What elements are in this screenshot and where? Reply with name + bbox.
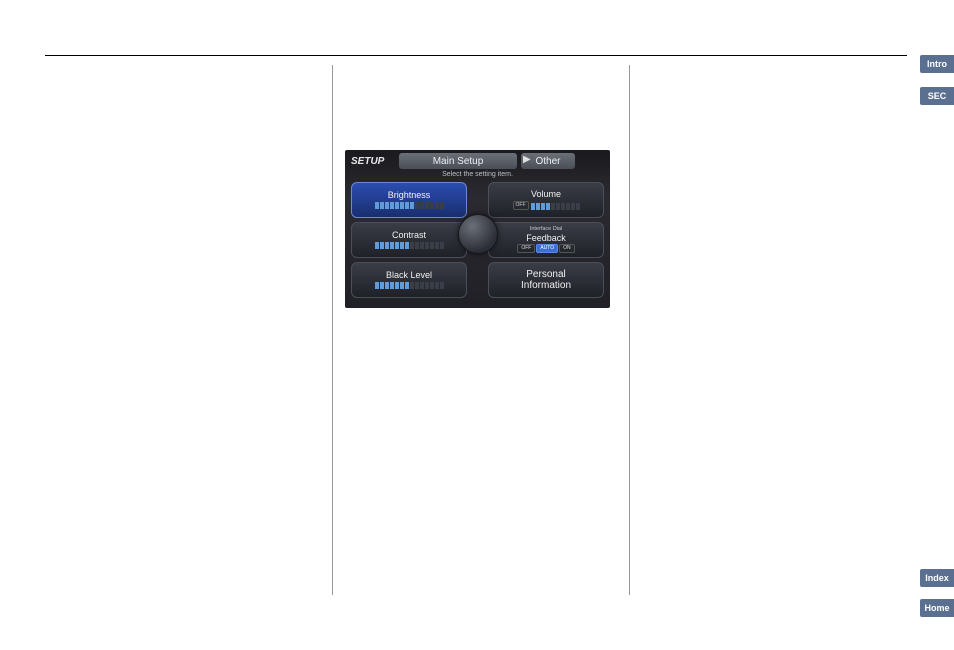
level-segment [385, 242, 389, 249]
panel-label: Contrast [392, 231, 426, 240]
level-segment [420, 242, 424, 249]
level-segment [440, 282, 444, 289]
panel-label: Brightness [388, 191, 431, 200]
level-bar [531, 203, 580, 210]
nav-home-button[interactable]: Home [920, 599, 954, 617]
level-segment [395, 282, 399, 289]
level-segment [400, 202, 404, 209]
level-segment [435, 202, 439, 209]
level-segment [541, 203, 545, 210]
panel-label: Volume [531, 190, 561, 199]
level-segment [400, 282, 404, 289]
nav-index-button[interactable]: Index [920, 569, 954, 587]
nav-intro-button[interactable]: Intro [920, 55, 954, 73]
panel-contrast[interactable]: Contrast [351, 222, 467, 258]
level-segment [536, 203, 540, 210]
level-segment [410, 202, 414, 209]
panel-volume[interactable]: Volume OFF [488, 182, 604, 218]
setup-screen: SETUP Main Setup ▶ Other Select the sett… [345, 150, 610, 308]
level-segment [430, 242, 434, 249]
level-segment [561, 203, 565, 210]
level-segment [430, 202, 434, 209]
horizontal-rule [45, 55, 907, 56]
panel-label: Black Level [386, 271, 432, 280]
level-bar [375, 282, 444, 289]
level-segment [435, 282, 439, 289]
panel-personal-information[interactable]: Personal Information [488, 262, 604, 298]
level-segment [440, 242, 444, 249]
level-segment [380, 202, 384, 209]
level-segment [556, 203, 560, 210]
panel-black-level[interactable]: Black Level [351, 262, 467, 298]
tab-main-setup[interactable]: Main Setup [399, 153, 517, 169]
level-segment [410, 282, 414, 289]
feedback-on[interactable]: ON [559, 244, 575, 253]
level-segment [405, 242, 409, 249]
panel-feedback[interactable]: Interface Dial Feedback OFF AUTO ON [488, 222, 604, 258]
nav-sec-button[interactable]: SEC [920, 87, 954, 105]
level-segment [390, 282, 394, 289]
level-bar [375, 242, 444, 249]
level-segment [375, 282, 379, 289]
level-segment [551, 203, 555, 210]
setup-header: SETUP Main Setup ▶ Other [345, 150, 610, 172]
level-segment [380, 242, 384, 249]
level-segment [410, 242, 414, 249]
center-column [332, 65, 630, 595]
feedback-off[interactable]: OFF [517, 244, 535, 253]
level-segment [531, 203, 535, 210]
level-segment [390, 242, 394, 249]
level-segment [435, 242, 439, 249]
level-bar [375, 202, 444, 209]
level-segment [390, 202, 394, 209]
level-segment [380, 282, 384, 289]
level-segment [425, 282, 429, 289]
level-segment [420, 282, 424, 289]
off-badge: OFF [513, 201, 529, 210]
interface-dial-label: Interface Dial [530, 227, 562, 233]
level-segment [430, 282, 434, 289]
personal-line1: Personal [526, 269, 565, 280]
level-segment [546, 203, 550, 210]
personal-line2: Information [521, 280, 571, 291]
setup-title: SETUP [345, 156, 397, 167]
level-segment [415, 202, 419, 209]
level-segment [405, 202, 409, 209]
level-segment [400, 242, 404, 249]
level-segment [425, 242, 429, 249]
feedback-auto[interactable]: AUTO [536, 244, 558, 253]
volume-row: OFF [513, 201, 580, 210]
arrow-right-icon: ▶ [523, 154, 531, 165]
level-segment [375, 242, 379, 249]
level-segment [566, 203, 570, 210]
dial-icon [458, 214, 498, 254]
level-segment [425, 202, 429, 209]
panel-label: Personal Information [521, 269, 571, 291]
level-segment [385, 282, 389, 289]
level-segment [395, 242, 399, 249]
feedback-row: OFF AUTO ON [517, 244, 574, 253]
level-segment [385, 202, 389, 209]
level-segment [420, 202, 424, 209]
panel-brightness[interactable]: Brightness [351, 182, 467, 218]
level-segment [576, 203, 580, 210]
level-segment [405, 282, 409, 289]
level-segment [415, 242, 419, 249]
level-segment [571, 203, 575, 210]
setup-body: Brightness Contrast Black Level Volume O… [351, 182, 604, 308]
level-segment [415, 282, 419, 289]
panel-label: Feedback [526, 234, 566, 243]
level-segment [375, 202, 379, 209]
level-segment [395, 202, 399, 209]
level-segment [440, 202, 444, 209]
setup-subtitle: Select the setting item. [345, 171, 610, 178]
